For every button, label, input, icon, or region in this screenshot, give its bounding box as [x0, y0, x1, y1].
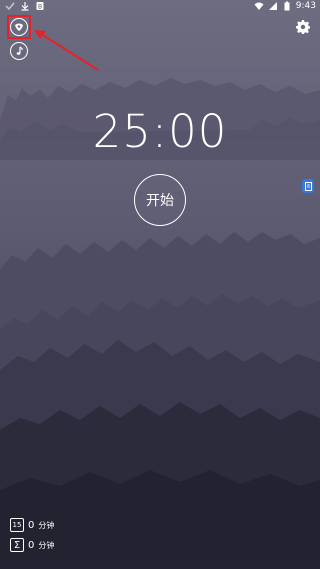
status-time: 9:43 — [295, 1, 316, 11]
wifi-icon — [254, 2, 264, 10]
today-focus-stat: 15 0 分钟 — [10, 518, 54, 532]
download-icon — [21, 2, 29, 11]
svg-text:B: B — [38, 4, 42, 11]
today-focus-unit: 分钟 — [38, 520, 55, 530]
music-button[interactable] — [10, 42, 28, 60]
side-floating-tab[interactable] — [302, 179, 314, 193]
total-focus-unit: 分钟 — [38, 540, 55, 550]
annotation-highlight-box — [7, 15, 31, 39]
app-screen: B 9:43 25:00 开始 15 0 分钟 Σ 0 分钟 — [0, 0, 320, 569]
timer-display: 25:00 — [92, 105, 228, 158]
status-left-icons: B — [5, 1, 45, 11]
sigma-total-icon: Σ — [10, 538, 24, 552]
status-bar: B 9:43 — [0, 0, 320, 14]
start-button-label: 开始 — [146, 193, 174, 209]
status-right-icons: 9:43 — [254, 1, 316, 11]
forest-background — [0, 78, 320, 569]
start-button[interactable]: 开始 — [134, 174, 186, 226]
today-focus-value: 0 — [28, 519, 35, 531]
total-focus-stat: Σ 0 分钟 — [10, 538, 54, 552]
note-icon — [304, 181, 312, 191]
daily-calendar-icon: 15 — [10, 518, 24, 532]
notification-icon: B — [36, 2, 44, 11]
check-icon — [5, 2, 15, 11]
signal-icon — [268, 2, 277, 10]
music-note-icon — [16, 46, 23, 55]
battery-icon — [284, 1, 290, 11]
total-focus-value: 0 — [28, 539, 35, 551]
gear-icon[interactable] — [296, 20, 310, 34]
